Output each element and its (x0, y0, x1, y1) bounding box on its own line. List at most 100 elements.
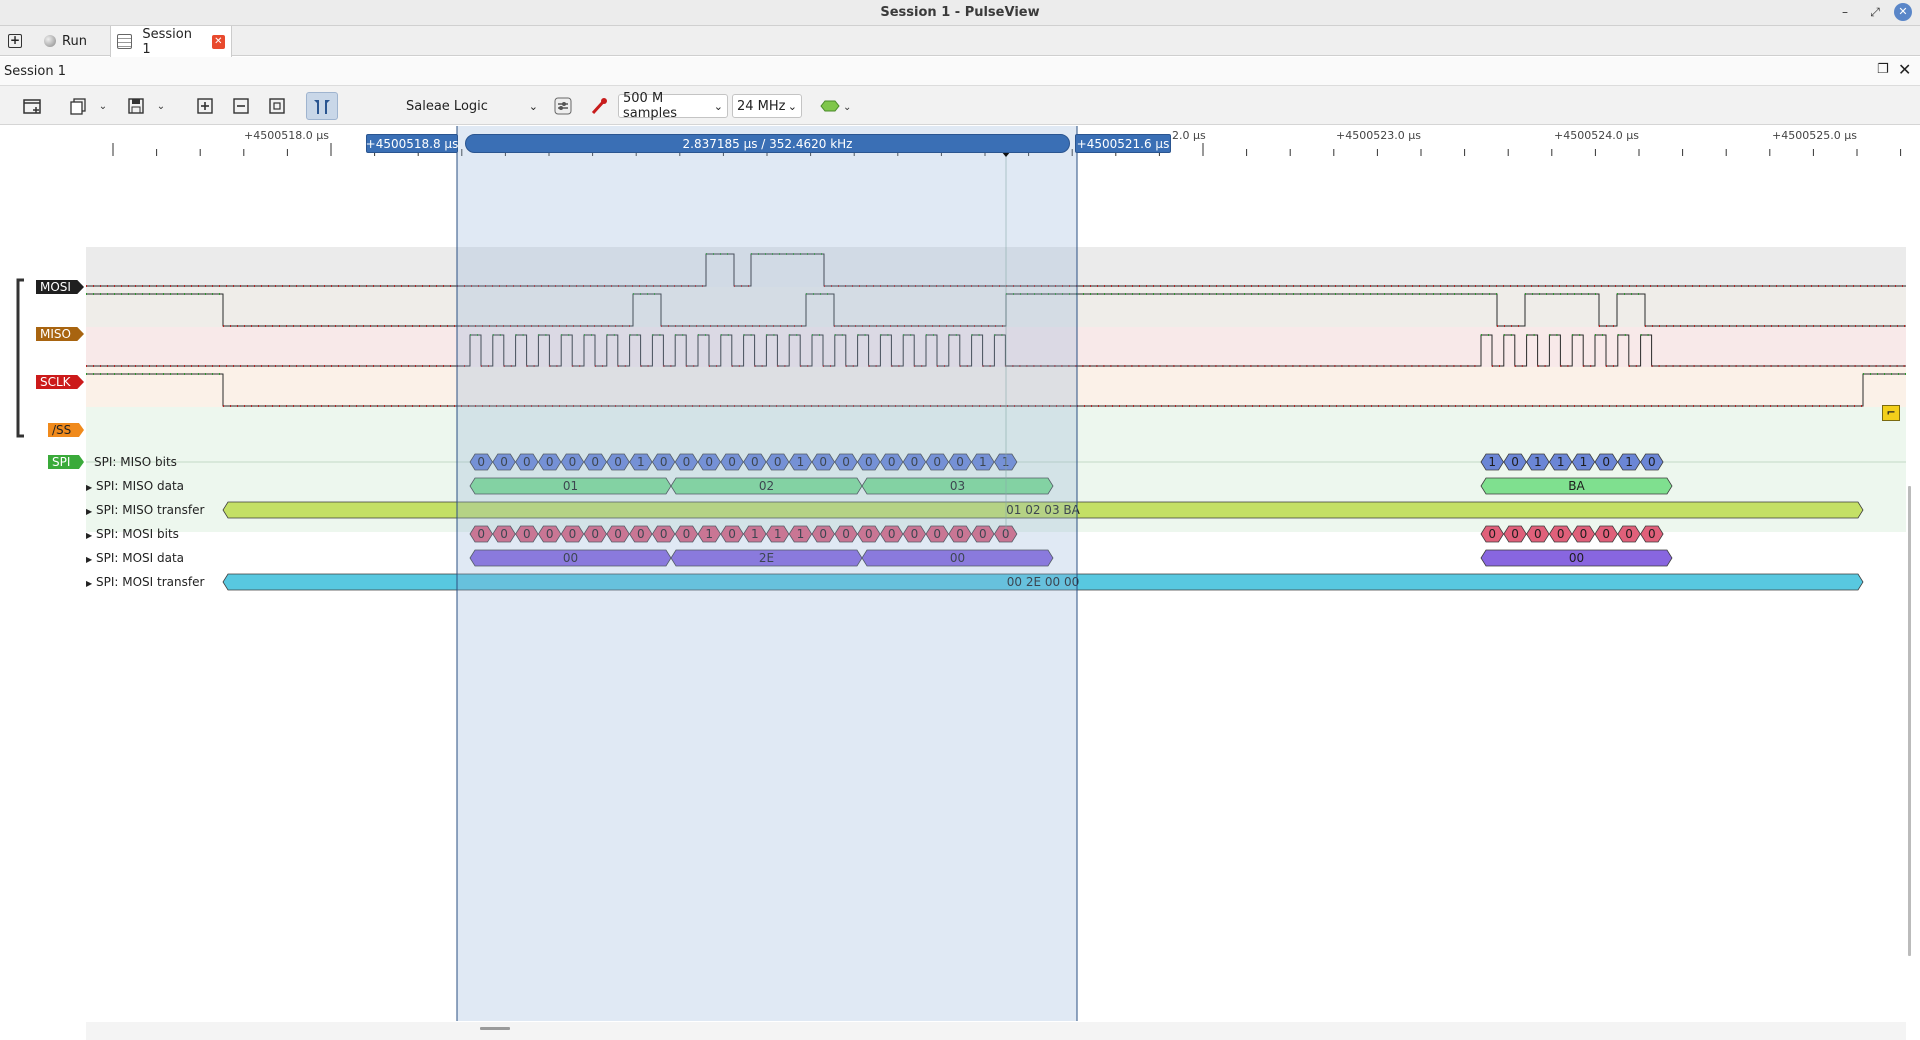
cursor-right-marker[interactable]: +4500521.6 µs (1075, 134, 1171, 153)
zoom-fit-icon (269, 98, 285, 114)
decoder-label-spi[interactable]: SPI (48, 455, 84, 469)
decoder-row-miso-data[interactable]: ▶ SPI: MISO data (86, 479, 184, 493)
run-indicator-icon (44, 35, 56, 47)
expand-icon[interactable]: ▶ (86, 483, 92, 492)
trace-canvas[interactable]: 00000001000000100000001110111010010203BA… (0, 126, 1920, 1040)
restore-button[interactable]: ⤢ (1866, 3, 1884, 21)
decoder-row-mosi-data[interactable]: ▶ SPI: MOSI data (86, 551, 184, 565)
zoom-out-icon (233, 98, 249, 114)
miso-bit-text: 0 (1602, 455, 1610, 469)
tab-bar: + Run Session 1 ✕ (0, 26, 1920, 57)
mosi-bit-text: 0 (1580, 527, 1588, 541)
save-dropdown[interactable]: ⌄ (154, 92, 168, 120)
ruler-label: +4500523.0 µs (1336, 129, 1421, 142)
undock-icon[interactable]: ❐ (1877, 62, 1889, 77)
probe-config-button[interactable] (588, 92, 610, 120)
tab-session-1[interactable]: Session 1 ✕ (110, 26, 232, 57)
tab-session-1-label: Session 1 (142, 26, 192, 57)
decoder-row-mosi-bits[interactable]: ▶ SPI: MOSI bits (86, 527, 179, 541)
chevron-down-icon: ⌄ (787, 99, 797, 113)
miso-bit-text: 0 (1511, 455, 1519, 469)
expand-icon[interactable]: ▶ (86, 555, 92, 564)
decoder-row-miso-bits: SPI: MISO bits (94, 455, 177, 469)
miso-bit-text: 1 (1557, 455, 1565, 469)
ruler-label: 2.0 µs (1172, 129, 1206, 142)
chevron-down-icon: ⌄ (98, 100, 108, 112)
zoom-in-button[interactable] (194, 92, 216, 120)
close-window-button[interactable]: ✕ (1894, 3, 1912, 21)
ruler-label: +4500518.0 µs (244, 129, 329, 142)
mosi-bit-text: 0 (1625, 527, 1633, 541)
session-icon (117, 34, 133, 49)
miso-bit-text: 1 (1534, 455, 1542, 469)
svg-text:⌄: ⌄ (843, 102, 851, 113)
channel-label-sclk[interactable]: SCLK (36, 375, 84, 389)
new-view-icon (23, 99, 41, 114)
config-icon (554, 97, 572, 115)
close-session-icon[interactable]: ✕ (1898, 60, 1911, 79)
miso-bit-text: 1 (1580, 455, 1588, 469)
new-session-button[interactable]: + (2, 26, 28, 56)
device-config-button[interactable] (552, 92, 574, 120)
add-tab-icon: + (8, 33, 22, 48)
open-file-icon (70, 98, 86, 115)
trigger-icon[interactable]: ⌐ (1882, 405, 1900, 421)
decoder-row-miso-transfer[interactable]: ▶ SPI: MISO transfer (86, 503, 204, 517)
horizontal-scrollbar[interactable] (86, 1022, 1906, 1040)
scrollbar-handle[interactable] (480, 1027, 510, 1030)
decoder-row-label: SPI: MOSI transfer (95, 575, 205, 589)
cursor-span-marker[interactable]: 2.837185 µs / 352.4620 kHz (465, 134, 1070, 153)
probe-icon (591, 98, 607, 115)
add-view-button[interactable] (20, 92, 44, 120)
zoom-out-button[interactable] (230, 92, 252, 120)
mosi-bit-text: 0 (1511, 527, 1519, 541)
expand-icon[interactable]: ▶ (86, 579, 92, 588)
minimize-button[interactable]: – (1836, 3, 1854, 21)
cursor-selection-region (457, 126, 1077, 1021)
session-header: Session 1 ❐ ✕ (0, 57, 1920, 85)
ruler-label: +4500524.0 µs (1554, 129, 1639, 142)
cursor-left-marker[interactable]: +4500518.8 µs (366, 134, 458, 153)
zoom-in-icon (197, 98, 213, 114)
mosi-bit-text: 0 (1534, 527, 1542, 541)
open-button[interactable] (66, 92, 90, 120)
mosi-bit-text: 0 (1557, 527, 1565, 541)
show-cursors-button[interactable] (306, 92, 338, 120)
trace-view[interactable]: 00000001000000100000001110111010010203BA… (0, 126, 1920, 1040)
miso-bit-text: 0 (1648, 455, 1656, 469)
chevron-down-icon: ⌄ (528, 99, 538, 113)
sample-rate-select[interactable]: 24 MHz ⌄ (732, 94, 802, 118)
cursors-icon (314, 100, 330, 114)
mosi-data-byte-text: 00 (1569, 551, 1584, 565)
expand-icon[interactable]: ▶ (86, 531, 92, 540)
device-name: Saleae Logic (406, 98, 488, 114)
mosi-bit-text: 0 (1602, 527, 1610, 541)
ruler-label: +4500525.0 µs (1772, 129, 1857, 142)
save-icon (128, 98, 144, 114)
channel-label-ss[interactable]: /SS (48, 423, 84, 437)
title-bar: Session 1 - PulseView – ⤢ ✕ (0, 0, 1920, 26)
expand-icon[interactable]: ▶ (86, 507, 92, 516)
add-decoder-button[interactable]: ⌄ (818, 92, 852, 120)
decoder-icon: ⌄ (820, 100, 851, 113)
vertical-scrollbar[interactable] (1908, 486, 1911, 956)
decoder-row-mosi-transfer[interactable]: ▶ SPI: MOSI transfer (86, 575, 204, 589)
chevron-down-icon: ⌄ (156, 100, 166, 112)
decoder-row-label: SPI: MOSI bits (95, 527, 179, 541)
device-selector[interactable]: Saleae Logic ⌄ (396, 94, 542, 118)
zoom-fit-button[interactable] (266, 92, 288, 120)
mosi-bit-text: 0 (1488, 527, 1496, 541)
save-button[interactable] (124, 92, 148, 120)
decoder-row-label: SPI: MISO transfer (95, 503, 205, 517)
miso-bit-text: 1 (1625, 455, 1633, 469)
sample-count-value: 500 M samples (623, 91, 678, 121)
chevron-down-icon: ⌄ (713, 99, 723, 113)
mosi-bit-text: 0 (1648, 527, 1656, 541)
sample-count-select[interactable]: 500 M samples ⌄ (618, 91, 728, 121)
channel-label-mosi[interactable]: MOSI (36, 280, 84, 294)
channel-label-miso[interactable]: MISO (36, 327, 84, 341)
window-title: Session 1 - PulseView (880, 5, 1040, 20)
close-tab-icon[interactable]: ✕ (211, 34, 225, 49)
tab-run[interactable]: Run (38, 26, 93, 56)
open-dropdown[interactable]: ⌄ (96, 92, 110, 120)
